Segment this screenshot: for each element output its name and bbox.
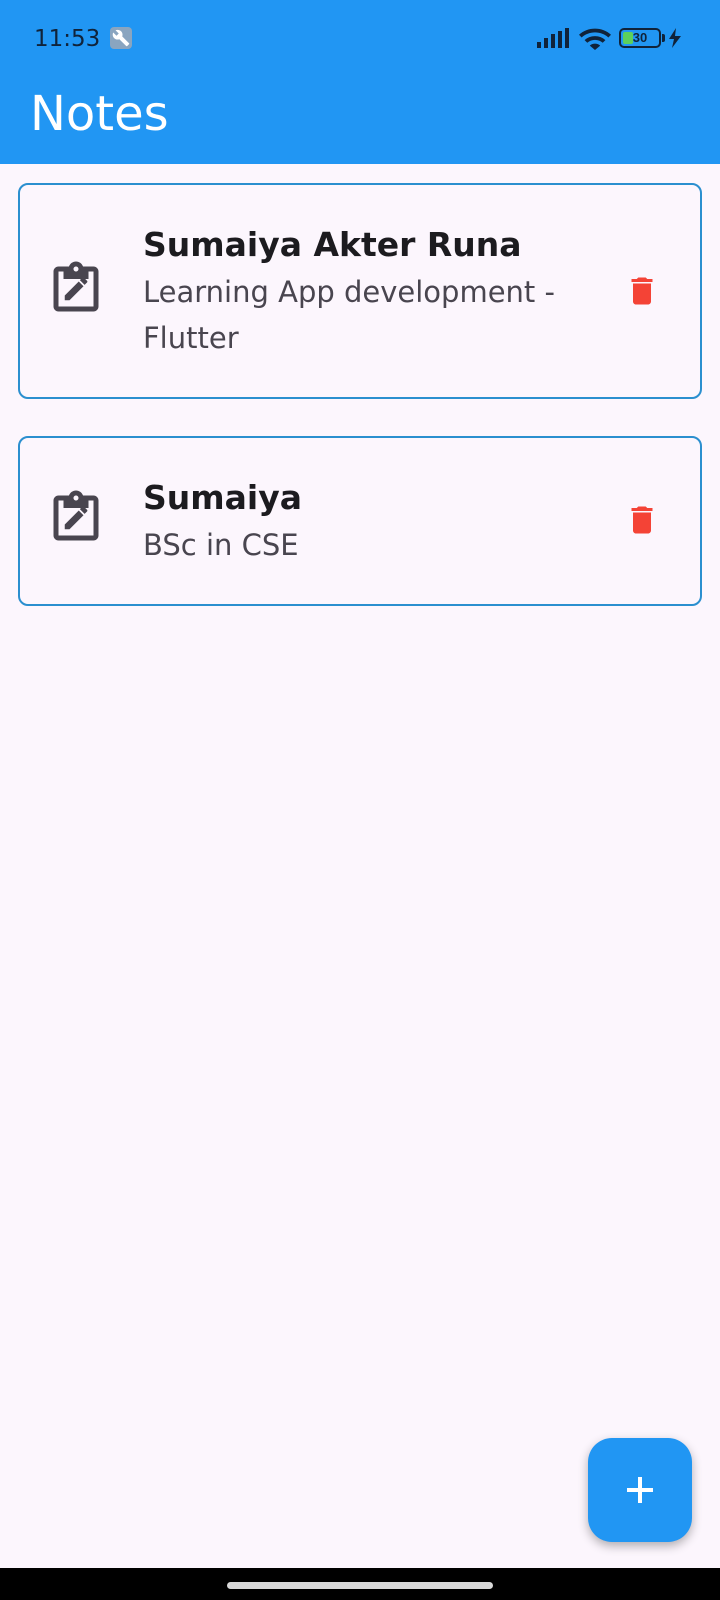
note-card[interactable]: Sumaiya Akter Runa Learning App developm… <box>18 183 702 399</box>
note-body: Learning App development - Flutter <box>143 275 555 355</box>
edit-note-icon <box>46 488 106 553</box>
signal-icon <box>537 28 569 48</box>
battery-level: 30 <box>632 30 648 45</box>
home-gesture-handle[interactable] <box>227 1582 493 1589</box>
delete-icon[interactable] <box>624 271 660 316</box>
note-body: BSc in CSE <box>143 528 299 562</box>
status-bar: 11:53 30 <box>0 0 720 78</box>
app-bar: 11:53 30 Notes <box>0 0 720 164</box>
delete-icon[interactable] <box>624 500 660 545</box>
add-note-button[interactable] <box>588 1438 692 1542</box>
note-title: Sumaiya <box>143 478 303 517</box>
wrench-icon <box>110 27 132 49</box>
status-time: 11:53 <box>34 26 101 52</box>
wifi-icon <box>579 28 611 50</box>
charging-icon <box>669 28 681 48</box>
system-nav-bar <box>0 1568 720 1600</box>
note-card[interactable]: Sumaiya BSc in CSE <box>18 436 702 606</box>
battery-icon: 30 <box>619 28 661 48</box>
page-title: Notes <box>30 86 169 142</box>
edit-note-icon <box>46 259 106 324</box>
battery-cap <box>662 34 665 42</box>
note-title: Sumaiya Akter Runa <box>143 225 522 264</box>
